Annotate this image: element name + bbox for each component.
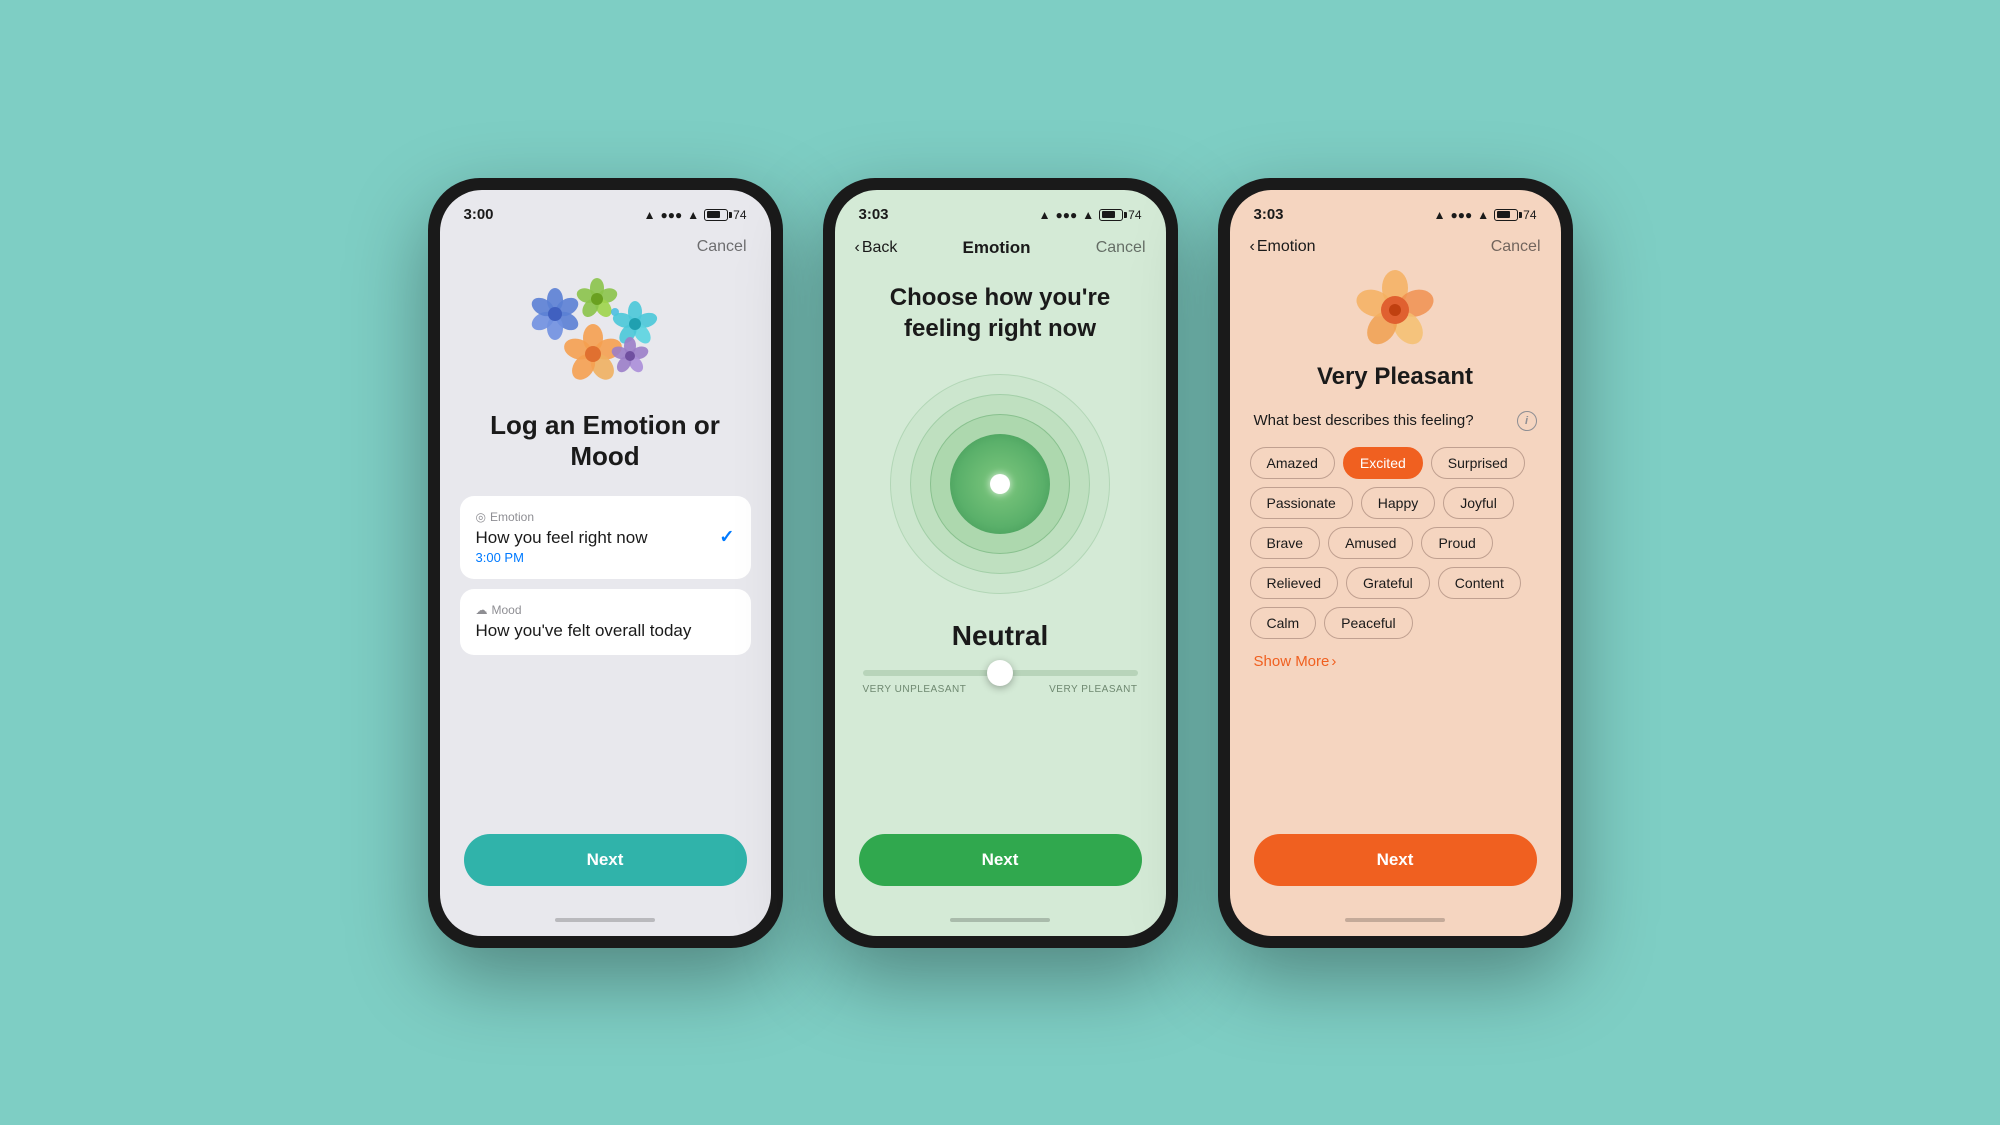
back-button-3[interactable]: ‹ Emotion [1250, 238, 1316, 256]
show-more-link[interactable]: Show More › [1230, 653, 1561, 670]
describe-label: What best describes this feeling? i [1230, 411, 1561, 431]
battery-icon-1 [704, 209, 728, 221]
info-icon[interactable]: i [1517, 411, 1537, 431]
signal-icon-2: ●●● [1056, 208, 1078, 222]
tag-brave[interactable]: Brave [1250, 527, 1321, 559]
tag-surprised[interactable]: Surprised [1431, 447, 1525, 479]
chevron-left-icon-2: ‹ [855, 239, 860, 257]
circle-center-dot [990, 474, 1010, 494]
cancel-button-1[interactable]: Cancel [697, 238, 747, 256]
chevron-left-icon-3: ‹ [1250, 238, 1255, 256]
phone-1-nav: Cancel [440, 234, 771, 264]
tag-relieved[interactable]: Relieved [1250, 567, 1338, 599]
phone-3: 3:03 ▲ ●●● ▲ 74 ‹ Emotion Cancel [1218, 178, 1573, 948]
tag-passionate[interactable]: Passionate [1250, 487, 1353, 519]
mood-option-icon: ☁ [476, 603, 488, 617]
phone-3-nav: ‹ Emotion Cancel [1230, 234, 1561, 264]
flowers-illustration [525, 274, 685, 394]
wifi-icon-3: ▲ [1477, 208, 1489, 222]
flowers-svg [525, 274, 685, 394]
nav-title-2: Emotion [963, 238, 1031, 258]
home-indicator-1 [555, 918, 655, 922]
mood-option[interactable]: ☁ Mood How you've felt overall today [460, 589, 751, 655]
home-indicator-3 [1345, 918, 1445, 922]
status-bar-1: 3:00 ▲ ●●● ▲ 74 [440, 190, 771, 234]
phone-1: 3:00 ▲ ●●● ▲ 74 Cancel [428, 178, 783, 948]
main-title-1: Log an Emotion or Mood [460, 410, 751, 472]
status-time-2: 3:03 [859, 206, 889, 223]
tag-grateful[interactable]: Grateful [1346, 567, 1430, 599]
tag-peaceful[interactable]: Peaceful [1324, 607, 1412, 639]
slider-track[interactable] [863, 670, 1138, 676]
status-time-1: 3:00 [464, 206, 494, 223]
pleasant-flower-container [1230, 270, 1561, 355]
battery-text-3: 74 [1523, 208, 1536, 222]
phone-3-screen: 3:03 ▲ ●●● ▲ 74 ‹ Emotion Cancel [1230, 190, 1561, 936]
slider-max-label: VERY PLEASANT [1049, 684, 1137, 695]
next-button-2[interactable]: Next [859, 834, 1142, 886]
very-pleasant-title: Very Pleasant [1230, 363, 1561, 391]
tag-excited[interactable]: Excited [1343, 447, 1423, 479]
tag-proud[interactable]: Proud [1421, 527, 1492, 559]
emotion-option-label: ◎ Emotion [476, 510, 735, 524]
emotion-heading: Choose how you're feeling right now [835, 266, 1166, 344]
tag-amazed[interactable]: Amazed [1250, 447, 1335, 479]
slider-min-label: VERY UNPLEASANT [863, 684, 967, 695]
location-icon-2: ▲ [1039, 208, 1051, 222]
status-bar-3: 3:03 ▲ ●●● ▲ 74 [1230, 190, 1561, 234]
wifi-icon-1: ▲ [687, 208, 699, 222]
phone-2-nav: ‹ Back Emotion Cancel [835, 234, 1166, 266]
emotion-option[interactable]: ◎ Emotion How you feel right now 3:00 PM… [460, 496, 751, 579]
signal-icon-3: ●●● [1451, 208, 1473, 222]
emotion-option-title: How you feel right now [476, 528, 735, 548]
phone-2: 3:03 ▲ ●●● ▲ 74 ‹ Back Emotion Cancel Ch… [823, 178, 1178, 948]
slider-thumb[interactable] [987, 660, 1013, 686]
phone-2-screen: 3:03 ▲ ●●● ▲ 74 ‹ Back Emotion Cancel Ch… [835, 190, 1166, 936]
pleasant-flower-svg [1355, 270, 1435, 350]
cancel-button-2[interactable]: Cancel [1096, 239, 1146, 257]
back-button-2[interactable]: ‹ Back [855, 239, 898, 257]
show-more-text: Show More [1254, 653, 1330, 670]
status-time-3: 3:03 [1254, 206, 1284, 223]
tag-content[interactable]: Content [1438, 567, 1521, 599]
battery-icon-2 [1099, 209, 1123, 221]
tags-container: Amazed Excited Surprised Passionate Happ… [1230, 447, 1561, 639]
describe-label-text: What best describes this feeling? [1254, 412, 1474, 429]
emotion-option-time: 3:00 PM [476, 550, 735, 565]
tag-calm[interactable]: Calm [1250, 607, 1317, 639]
phone-1-screen: 3:00 ▲ ●●● ▲ 74 Cancel [440, 190, 771, 936]
battery-text-2: 74 [1128, 208, 1141, 222]
next-button-3[interactable]: Next [1254, 834, 1537, 886]
battery-text-1: 74 [733, 208, 746, 222]
tag-amused[interactable]: Amused [1328, 527, 1413, 559]
home-indicator-2 [950, 918, 1050, 922]
emotion-circle-viz [880, 364, 1120, 604]
next-button-1[interactable]: Next [464, 834, 747, 886]
signal-icon-1: ●●● [661, 208, 683, 222]
neutral-label: Neutral [835, 620, 1166, 652]
location-icon-3: ▲ [1434, 208, 1446, 222]
emotion-checkmark: ✓ [719, 527, 734, 548]
location-icon-1: ▲ [644, 208, 656, 222]
status-bar-2: 3:03 ▲ ●●● ▲ 74 [835, 190, 1166, 234]
emotion-slider-container: VERY UNPLEASANT VERY PLEASANT [835, 670, 1166, 695]
status-icons-3: ▲ ●●● ▲ 74 [1434, 208, 1537, 222]
tag-joyful[interactable]: Joyful [1443, 487, 1514, 519]
mood-option-label: ☁ Mood [476, 603, 735, 617]
chevron-right-icon: › [1331, 653, 1336, 670]
status-icons-1: ▲ ●●● ▲ 74 [644, 208, 747, 222]
cancel-button-3[interactable]: Cancel [1491, 238, 1541, 256]
wifi-icon-2: ▲ [1082, 208, 1094, 222]
status-icons-2: ▲ ●●● ▲ 74 [1039, 208, 1142, 222]
tag-happy[interactable]: Happy [1361, 487, 1435, 519]
emotion-option-icon: ◎ [476, 510, 486, 524]
battery-icon-3 [1494, 209, 1518, 221]
mood-option-title: How you've felt overall today [476, 621, 735, 641]
phone-1-content: Log an Emotion or Mood ◎ Emotion How you… [440, 264, 771, 665]
